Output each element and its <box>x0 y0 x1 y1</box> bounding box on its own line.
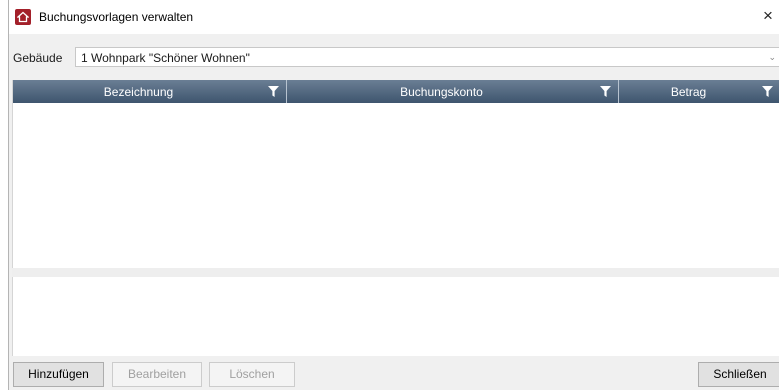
building-label: Gebäude <box>13 51 63 65</box>
window-title: Buchungsvorlagen verwalten <box>39 10 194 24</box>
close-button[interactable]: Schließen <box>698 362 779 387</box>
close-icon[interactable]: × <box>756 4 779 28</box>
edit-button[interactable]: Bearbeiten <box>112 362 202 387</box>
building-selected-value: 1 Wohnpark "Schöner Wohnen" <box>81 51 250 65</box>
funnel-icon[interactable] <box>762 86 773 97</box>
column-header-bezeichnung[interactable]: Bezeichnung <box>13 80 287 103</box>
column-header-buchungskonto[interactable]: Buchungskonto <box>287 80 619 103</box>
column-header-betrag[interactable]: Betrag <box>619 80 779 103</box>
column-label: Betrag <box>670 85 707 99</box>
funnel-icon[interactable] <box>600 86 611 97</box>
templates-table: Bezeichnung Buchungskonto Betrag <box>12 80 779 268</box>
dialog-window: Buchungsvorlagen verwalten × Gebäude 1 W… <box>8 0 779 390</box>
delete-button[interactable]: Löschen <box>209 362 295 387</box>
title-bar: Buchungsvorlagen verwalten × <box>9 0 779 34</box>
panel-splitter[interactable] <box>12 268 779 277</box>
chevron-down-icon[interactable]: ⌄ <box>768 52 776 63</box>
column-label: Bezeichnung <box>103 85 174 99</box>
building-filter: Gebäude 1 Wohnpark "Schöner Wohnen" ⌄ <box>9 45 779 69</box>
table-header: Bezeichnung Buchungskonto Betrag <box>13 80 779 103</box>
funnel-icon[interactable] <box>268 86 279 97</box>
house-icon <box>15 9 31 25</box>
add-button[interactable]: Hinzufügen <box>13 362 104 387</box>
building-dropdown[interactable]: 1 Wohnpark "Schöner Wohnen" ⌄ <box>75 47 779 67</box>
column-label: Buchungskonto <box>400 85 483 99</box>
button-bar: Hinzufügen Bearbeiten Löschen Schließen <box>9 356 779 390</box>
detail-panel <box>12 277 779 356</box>
